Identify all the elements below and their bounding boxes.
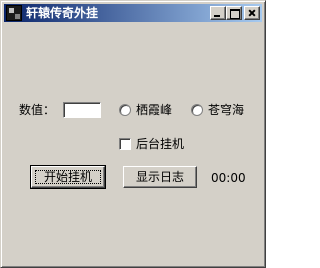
radio-qixiafeng[interactable] [119,104,131,116]
window-title: 轩辕传奇外挂 [26,6,99,20]
value-input[interactable] [63,102,101,118]
start-button[interactable]: 开始挂机 [30,165,106,189]
radio-label-cangqionghai[interactable]: 苍穹海 [208,102,244,118]
app-window: 轩辕传奇外挂 数值： 栖霞峰 苍穹海 后台挂机 开始挂机 显示日志 00:00 [0,0,266,268]
title-bar[interactable]: 轩辕传奇外挂 [4,4,262,22]
show-log-button-label: 显示日志 [135,170,184,184]
background-checkbox-label[interactable]: 后台挂机 [136,136,184,152]
timer-display: 00:00 [211,171,246,185]
radio-cangqionghai[interactable] [191,104,203,116]
minimize-icon[interactable] [210,6,226,20]
background-checkbox[interactable] [119,138,131,150]
start-button-label: 开始挂机 [43,170,92,184]
radio-label-qixiafeng[interactable]: 栖霞峰 [136,102,172,118]
value-label: 数值： [19,103,56,117]
app-icon[interactable] [6,5,22,21]
maximize-icon[interactable] [226,6,242,20]
close-icon[interactable] [244,6,260,20]
show-log-button[interactable]: 显示日志 [123,166,197,188]
